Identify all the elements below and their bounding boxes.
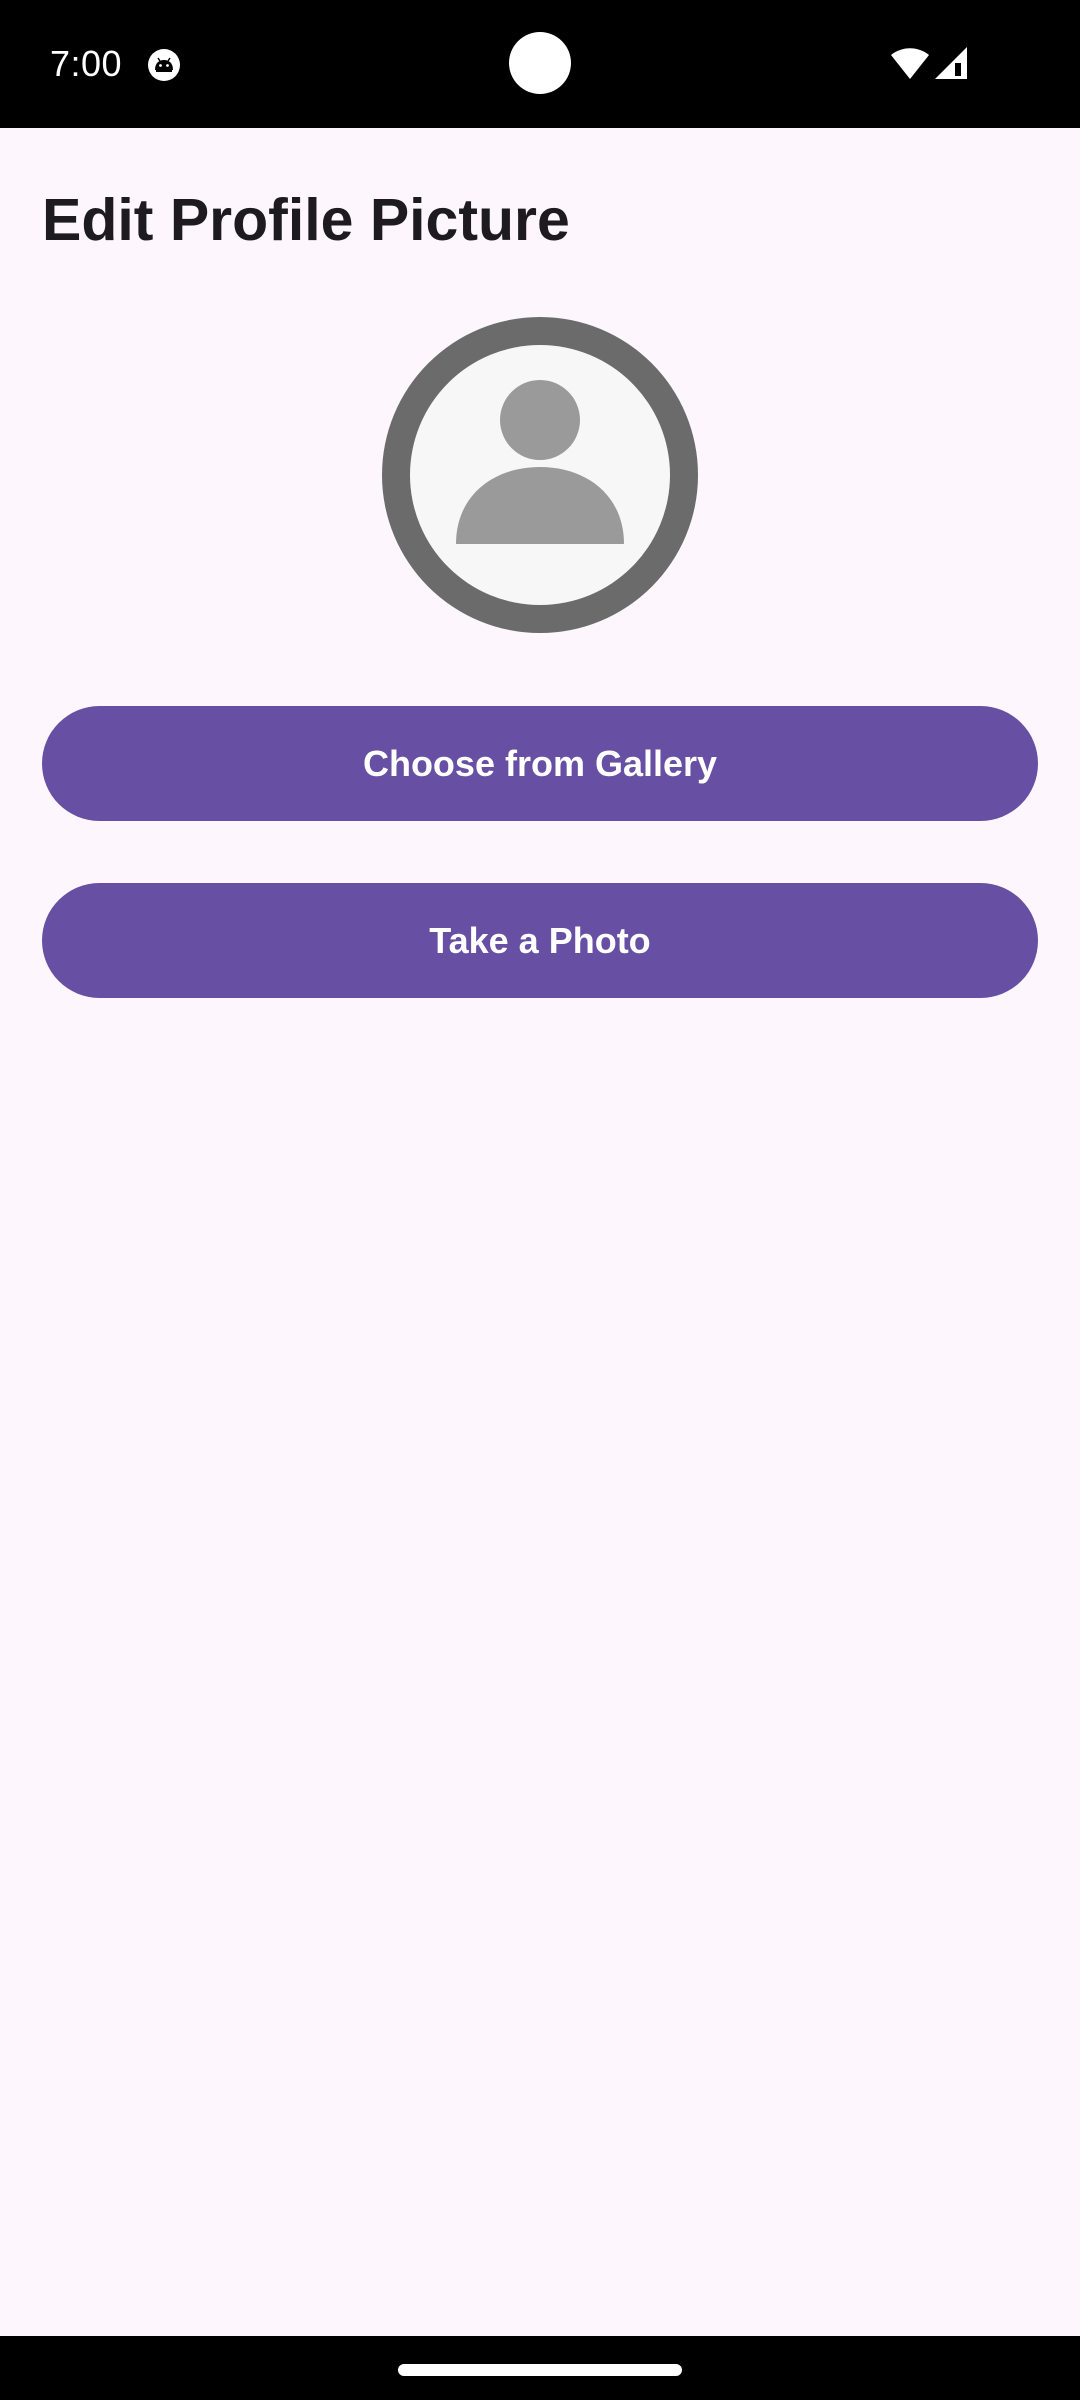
- home-gesture-handle[interactable]: [398, 2364, 682, 2376]
- cell-signal-icon: [935, 47, 967, 79]
- person-icon: [456, 380, 624, 544]
- wifi-icon: [891, 48, 929, 79]
- navigation-bar: [0, 2336, 1080, 2400]
- page-title: Edit Profile Picture: [42, 187, 570, 253]
- avatar[interactable]: [382, 317, 698, 633]
- android-notification-icon: [148, 49, 180, 81]
- take-a-photo-button[interactable]: Take a Photo: [42, 883, 1038, 998]
- avatar-inner: [410, 345, 670, 605]
- status-time: 7:00: [50, 43, 123, 84]
- app-screen: Edit Profile Picture Choose from Gallery…: [0, 128, 1080, 2336]
- choose-from-gallery-button[interactable]: Choose from Gallery: [42, 706, 1038, 821]
- camera-cutout: [509, 32, 571, 94]
- status-bar: 7:00: [0, 0, 1080, 128]
